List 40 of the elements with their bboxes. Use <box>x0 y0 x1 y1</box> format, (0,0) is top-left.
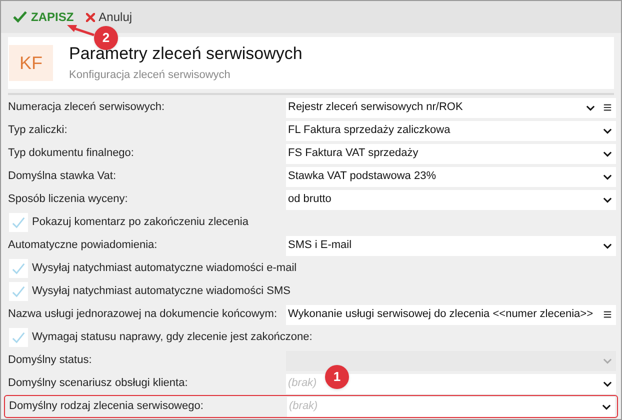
field-label: Domyślny scenariusz obsługi klienta: <box>7 376 189 392</box>
field-label: Numeracja zleceń serwisowych: <box>7 100 166 116</box>
checkbox[interactable] <box>9 259 28 278</box>
dropdown-field[interactable]: od brutto <box>286 190 616 210</box>
dropdown-field[interactable]: Stawka VAT podstawowa 23% <box>286 166 616 186</box>
chevron-down-icon <box>603 150 612 156</box>
checkbox[interactable] <box>9 282 28 301</box>
dropdown-field[interactable]: Rejestr zleceń serwisowych nr/ROK <box>286 98 616 118</box>
page-subtitle: Konfiguracja zleceń serwisowych <box>69 68 232 83</box>
chevron-down-icon <box>586 104 595 110</box>
chevron-down-icon <box>603 128 612 134</box>
chevron-down-icon <box>602 404 611 410</box>
dropdown-field[interactable]: SMS i E-mail <box>286 236 616 256</box>
chevron-down-icon <box>603 380 612 386</box>
field-label: Domyślny rodzaj zlecenia serwisowego: <box>8 399 204 414</box>
checkbox[interactable] <box>9 213 28 232</box>
field-label: Nazwa usługi jednorazowej na dokumencie końcowym: <box>7 307 278 322</box>
chevron-down-icon <box>603 196 612 202</box>
check-icon <box>13 11 27 23</box>
field-label: Domyślny status: <box>7 353 93 368</box>
chevron-down-icon <box>603 174 612 180</box>
field-label: Typ zaliczki: <box>7 123 68 138</box>
field-label: Domyślna stawka Vat: <box>7 169 118 184</box>
cancel-button[interactable]: Anuluj <box>86 11 132 23</box>
logo-badge: KF <box>9 45 53 81</box>
checkbox-label: Wysyłaj natychmiast automatyczne wiadomości SMS <box>32 284 290 300</box>
close-icon <box>86 12 95 22</box>
dropdown-field[interactable]: FL Faktura sprzedaży zaliczkowa <box>286 120 616 140</box>
field-label: Sposób liczenia wyceny: <box>7 192 129 208</box>
field-label: Typ dokumentu finalnego: <box>7 146 135 162</box>
checkbox-label: Wysyłaj natychmiast automatyczne wiadomości e-mail <box>32 261 297 276</box>
field-label: Automatyczne powiadomienia: <box>7 238 158 254</box>
chevron-down-icon <box>603 358 612 364</box>
arrow-drawing <box>67 24 95 36</box>
dropdown-field[interactable]: FS Faktura VAT sprzedaży <box>286 144 616 164</box>
checkbox[interactable] <box>9 328 28 347</box>
text-field[interactable]: Wykonanie usługi serwisowej do zlecenia <<numer zlecenia>> <box>286 304 616 324</box>
checkbox-label: Wymagaj statusu naprawy, gdy zlecenie jest zakończone: <box>32 330 312 346</box>
checkbox-label: Pokazuj komentarz po zakończeniu zlecenia <box>32 215 248 230</box>
chevron-down-icon <box>603 242 612 248</box>
